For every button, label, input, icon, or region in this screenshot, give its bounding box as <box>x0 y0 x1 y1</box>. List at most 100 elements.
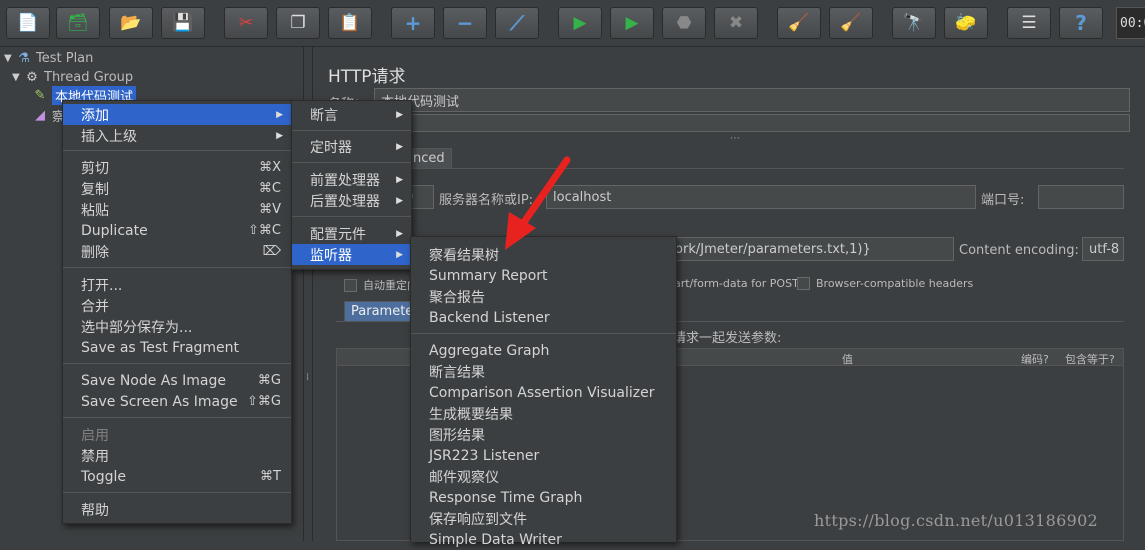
listener-item-view-results-tree[interactable]: 察看结果树 <box>411 244 676 265</box>
submenu-arrow-icon: ▶ <box>396 249 403 260</box>
comments-input[interactable] <box>374 114 1130 132</box>
menu-item-label: 断言 <box>310 107 338 124</box>
menu-item-save-node-image[interactable]: Save Node As Image ⌘G <box>63 370 291 391</box>
listener-item-summary-report[interactable]: Summary Report <box>411 265 676 286</box>
menu-item-duplicate[interactable]: Duplicate ⇧⌘C <box>63 220 291 241</box>
multipart-checkbox-label: art/form-data for POST <box>674 277 799 290</box>
divider-grip-icon: ⋯ <box>730 133 740 144</box>
toggle-icon[interactable]: ⟋ <box>495 7 539 39</box>
listener-item-mailer[interactable]: 邮件观察仪 <box>411 466 676 487</box>
menu-item-add[interactable]: 添加 ▶ <box>63 104 291 125</box>
browser-headers-checkbox[interactable]: Browser-compatible headers <box>797 277 973 290</box>
menu-item-label: 生成概要结果 <box>429 406 513 423</box>
expand-triangle-icon[interactable]: ▼ <box>4 53 16 64</box>
clear-icon[interactable]: 🧹 <box>777 7 821 39</box>
shortcut-label: ⇧⌘G <box>247 394 281 409</box>
menu-item-label: 前置处理器 <box>310 172 380 189</box>
help-icon[interactable]: ? <box>1059 7 1103 39</box>
listener-item-graph-results[interactable]: 图形结果 <box>411 424 676 445</box>
listener-item-aggregate-report[interactable]: 聚合报告 <box>411 286 676 307</box>
checkbox-box[interactable] <box>344 278 357 292</box>
menu-item-save-screen-image[interactable]: Save Screen As Image ⇧⌘G <box>63 391 291 412</box>
cut-icon[interactable]: ✂ <box>224 7 268 39</box>
menu-separator <box>411 333 676 334</box>
save-icon[interactable]: 💾 <box>161 7 205 39</box>
listener-item-assertion-results[interactable]: 断言结果 <box>411 361 676 382</box>
listener-item-jsr223[interactable]: JSR223 Listener <box>411 445 676 466</box>
expand-icon[interactable]: + <box>391 7 435 39</box>
listener-item-comparison-assertion[interactable]: Comparison Assertion Visualizer <box>411 382 676 403</box>
menu-item-label: 保存响应到文件 <box>429 511 527 528</box>
menu-item-insert-parent[interactable]: 插入上级 ▶ <box>63 125 291 146</box>
submenu-item-timer[interactable]: 定时器 ▶ <box>292 136 411 157</box>
menu-item-help[interactable]: 帮助 <box>63 499 291 520</box>
menu-item-label: Save as Test Fragment <box>81 339 240 356</box>
submenu-item-preprocessor[interactable]: 前置处理器 ▶ <box>292 169 411 190</box>
listener-item-simple-data-writer[interactable]: Simple Data Writer <box>411 529 676 550</box>
name-input[interactable]: 本地代码测试 <box>374 88 1130 112</box>
port-input[interactable] <box>1038 185 1124 209</box>
menu-item-label: Toggle <box>81 468 127 485</box>
add-submenu: 断言 ▶ 定时器 ▶ 前置处理器 ▶ 后置处理器 ▶ 配置元件 ▶ 监听器 ▶ <box>291 100 412 270</box>
menu-item-save-fragment[interactable]: Save as Test Fragment <box>63 337 291 358</box>
tree-item-listener[interactable]: ◢ 察 <box>32 106 65 125</box>
delete-key-icon: ⌦ <box>262 244 281 259</box>
listener-item-aggregate-graph[interactable]: Aggregate Graph <box>411 340 676 361</box>
submenu-item-assertion[interactable]: 断言 ▶ <box>292 104 411 125</box>
menu-item-label: Save Screen As Image <box>81 393 238 410</box>
menu-item-open[interactable]: 打开... <box>63 274 291 295</box>
menu-item-label: 合并 <box>81 298 109 315</box>
menu-item-disable[interactable]: 禁用 <box>63 445 291 466</box>
encoding-input[interactable]: utf-8 <box>1082 237 1124 261</box>
copy-icon[interactable]: ❐ <box>276 7 320 39</box>
menu-item-label: 插入上级 <box>81 128 137 145</box>
submenu-arrow-icon: ▶ <box>396 228 403 239</box>
shutdown-icon[interactable]: ✖ <box>714 7 758 39</box>
reset-search-icon[interactable]: 🧽 <box>944 7 988 39</box>
shortcut-label: ⌘C <box>258 181 281 196</box>
menu-item-save-selection[interactable]: 选中部分保存为... <box>63 316 291 337</box>
listener-item-generate-summary[interactable]: 生成概要结果 <box>411 403 676 424</box>
search-icon[interactable]: 🔭 <box>892 7 936 39</box>
open-icon[interactable]: 📂 <box>109 7 153 39</box>
listener-item-backend-listener[interactable]: Backend Listener <box>411 307 676 328</box>
menu-separator <box>63 267 291 268</box>
clear-all-icon[interactable]: 🧹 <box>829 7 873 39</box>
menu-item-label: 配置元件 <box>310 226 366 243</box>
submenu-item-postprocessor[interactable]: 后置处理器 ▶ <box>292 190 411 211</box>
menu-item-merge[interactable]: 合并 <box>63 295 291 316</box>
start-icon[interactable]: ▶ <box>558 7 602 39</box>
menu-item-label: 删除 <box>81 244 109 261</box>
listener-item-response-time-graph[interactable]: Response Time Graph <box>411 487 676 508</box>
function-helper-icon[interactable]: ☰ <box>1007 7 1051 39</box>
checkbox-box[interactable] <box>797 277 810 290</box>
templates-icon[interactable]: 🗃 <box>56 7 100 39</box>
menu-item-label: 定时器 <box>310 139 352 156</box>
menu-item-label: JSR223 Listener <box>429 447 540 464</box>
submenu-item-listener[interactable]: 监听器 ▶ <box>292 244 411 265</box>
menu-item-cut[interactable]: 剪切 ⌘X <box>63 157 291 178</box>
tree-item-thread-group[interactable]: ▼ ⚙ Thread Group <box>12 68 133 86</box>
submenu-arrow-icon: ▶ <box>276 109 283 120</box>
new-icon[interactable]: 📄 <box>6 7 50 39</box>
tree-item-test-plan[interactable]: ▼ ⚗ Test Plan <box>4 49 93 67</box>
menu-item-copy[interactable]: 复制 ⌘C <box>63 178 291 199</box>
menu-item-label: Simple Data Writer <box>429 531 562 548</box>
server-input[interactable]: localhost <box>546 185 976 209</box>
port-label: 端口号: <box>981 193 1025 208</box>
menu-item-enable: 启用 <box>63 424 291 445</box>
submenu-item-config[interactable]: 配置元件 ▶ <box>292 223 411 244</box>
menu-item-paste[interactable]: 粘贴 ⌘V <box>63 199 291 220</box>
listener-item-save-responses[interactable]: 保存响应到文件 <box>411 508 676 529</box>
checkbox-label: art/form-data for POST <box>674 277 799 290</box>
tree-item-label: Test Plan <box>36 50 94 66</box>
menu-item-delete[interactable]: 删除 ⌦ <box>63 241 291 262</box>
start-no-pause-icon[interactable]: ▶ <box>610 7 654 39</box>
stop-icon[interactable]: ⬣ <box>662 7 706 39</box>
collapse-icon[interactable]: − <box>443 7 487 39</box>
expand-triangle-icon[interactable]: ▼ <box>12 72 24 83</box>
menu-item-toggle[interactable]: Toggle ⌘T <box>63 466 291 487</box>
paste-icon[interactable]: 📋 <box>328 7 372 39</box>
auto-redirect-checkbox[interactable]: 自动重定向 <box>344 277 418 293</box>
menu-item-label: 禁用 <box>81 448 109 465</box>
